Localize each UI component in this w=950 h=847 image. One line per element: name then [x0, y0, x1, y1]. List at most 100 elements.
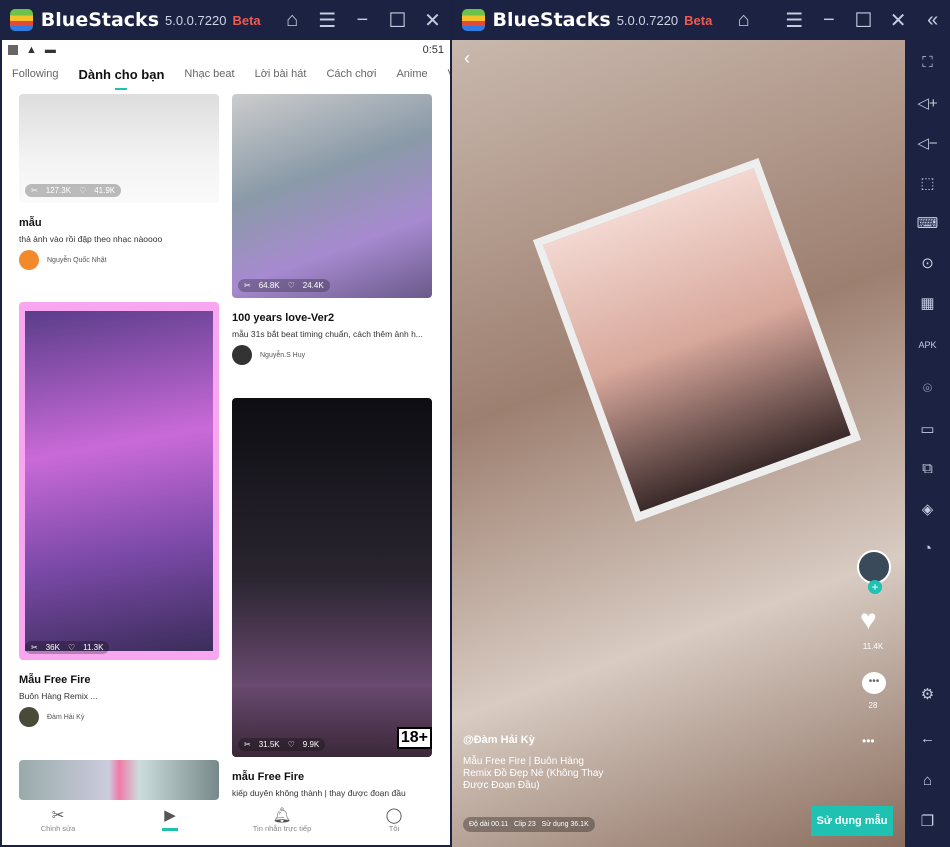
home-icon[interactable]: ⌂ [905, 772, 950, 789]
template-card[interactable]: 18+ ✂ 31.5K ♡ 9.9K mẫu Free Fire kiếp duy… [232, 398, 432, 798]
template-preview-window: ‹ + ♥ 11.4K ••• 28 ••• @Đàm Hải Kỳ Mẫu F… [452, 40, 905, 847]
avatar [19, 250, 39, 270]
template-card[interactable] [19, 760, 219, 800]
heart-icon[interactable]: ♥ [860, 604, 877, 636]
minimize-icon[interactable]: − [812, 9, 847, 32]
app-name: BlueStacks [492, 9, 611, 31]
app-version: 5.0.0.7220 [165, 12, 227, 28]
tab-anime[interactable]: Anime [386, 68, 437, 80]
creator-handle[interactable]: @Đàm Hải Kỳ [463, 734, 535, 746]
nav-edit[interactable]: ✂ Chỉnh sửa [2, 800, 114, 845]
folder-icon[interactable]: ▭ [905, 420, 950, 438]
home-icon[interactable]: ⌂ [275, 9, 310, 32]
bluestacks-logo [462, 9, 485, 31]
card-author[interactable]: Đàm Hải Kỳ [19, 707, 219, 727]
template-description: Mẫu Free Fire | Buôn Hàng Remix Đồ Đẹp N… [463, 756, 604, 791]
age-rating-badge: 18+ [396, 727, 432, 749]
more-options-icon[interactable]: ••• [862, 734, 875, 748]
beta-label: Beta [232, 12, 261, 28]
creator-avatar[interactable] [857, 550, 891, 584]
template-thumbnail[interactable] [19, 760, 219, 800]
tab-beat[interactable]: Nhạc beat [174, 68, 244, 80]
user-icon: ◯ [385, 807, 403, 824]
keyboard-icon[interactable]: ⌨ [905, 214, 950, 232]
video-preview[interactable] [532, 158, 862, 522]
status-bar: ▲ ▬ 0:51 [2, 40, 450, 60]
card-title: Mẫu Free Fire [19, 674, 91, 686]
maximize-icon[interactable]: ☐ [380, 8, 415, 33]
card-stats: ✂ 36K ♡ 11.3K [25, 641, 110, 654]
home-icon[interactable]: ⌂ [726, 9, 761, 32]
avatar [232, 345, 252, 365]
card-desc: Buôn Hàng Remix ... [19, 691, 98, 701]
volume-down-icon[interactable]: ◁− [905, 134, 950, 152]
card-desc: thả ảnh vào rồi đập theo nhạc nàoooo [19, 234, 163, 244]
performance-icon[interactable]: ◔ [905, 540, 950, 557]
recent-apps-icon[interactable]: ❐ [905, 812, 950, 830]
comment-count: 28 [868, 701, 878, 710]
template-card[interactable]: ✂ 64.8K ♡ 24.4K 100 years love-Ver2 mẫu 3… [232, 94, 432, 365]
card-stats: ✂ 64.8K ♡ 24.4K [238, 279, 330, 292]
card-author[interactable]: Nguyễn.S Huy [232, 345, 432, 365]
minimize-icon[interactable]: − [345, 9, 380, 32]
fullscreen-icon[interactable]: ⛶ [905, 54, 950, 71]
card-stats: ✂ 31.5K ♡ 9.9K [238, 738, 326, 751]
volume-up-icon[interactable]: ◁+ [905, 94, 950, 112]
pointer-icon[interactable]: ⬚ [905, 174, 950, 192]
screenshot-icon[interactable]: ⌾ [905, 380, 950, 397]
category-tabs: Following Dành cho bạn Nhạc beat Lời bài… [2, 60, 450, 90]
active-indicator [162, 828, 178, 831]
notification-icon [8, 45, 18, 55]
template-meta: Độ dài 00.11 Clip 23 Sử dụng 36.1K [463, 817, 595, 832]
template-card[interactable]: ✂ 36K ♡ 11.3K Mẫu Free Fire Buôn Hàng Rem… [19, 302, 219, 727]
tab-lyrics[interactable]: Lời bài hát [245, 68, 317, 80]
tab-following[interactable]: Following [2, 68, 68, 80]
back-icon[interactable]: ‹ [464, 48, 470, 69]
back-arrow-icon[interactable]: ← [905, 730, 950, 747]
multi-instance-icon[interactable]: ⧉ [905, 460, 950, 477]
menu-icon[interactable]: ☰ [777, 8, 812, 33]
app-version: 5.0.0.7220 [616, 12, 679, 28]
template-thumbnail[interactable]: 18+ ✂ 31.5K ♡ 9.9K [232, 398, 432, 757]
status-time: 0:51 [422, 44, 444, 56]
card-title: mẫu [19, 217, 42, 229]
beta-label: Beta [684, 12, 713, 28]
bottom-nav: ✂ Chỉnh sửa ▶ 🔔︎ Tin nhắn trực tiếp ◯ Tôi [2, 800, 450, 845]
card-author[interactable]: Nguyễn Quốc Nhật [19, 250, 219, 270]
tab-how-to-play[interactable]: Cách chơi [316, 68, 386, 80]
app-name: BlueStacks [40, 9, 159, 31]
record-icon[interactable]: ⊙ [905, 254, 950, 272]
template-thumbnail[interactable]: ✂ 127.3K ♡ 41.9K [19, 94, 219, 203]
template-thumbnail[interactable]: ✂ 64.8K ♡ 24.4K [232, 94, 432, 298]
title-bar-left: BlueStacks 5.0.0.7220 Beta ⌂ ☰ − ☐ ✕ [0, 0, 450, 40]
bluestacks-logo [10, 9, 33, 31]
template-thumbnail[interactable]: ✂ 36K ♡ 11.3K [19, 302, 219, 660]
warning-icon: ▲ [26, 44, 37, 56]
maximize-icon[interactable]: ☐ [846, 8, 881, 33]
follow-plus-icon[interactable]: + [868, 580, 882, 594]
card-title: mẫu Free Fire [232, 771, 305, 783]
nav-profile[interactable]: ◯ Tôi [338, 800, 450, 845]
avatar [19, 707, 39, 727]
nav-messages[interactable]: 🔔︎ Tin nhắn trực tiếp [226, 800, 338, 845]
nav-templates[interactable]: ▶ [114, 800, 226, 845]
close-icon[interactable]: ✕ [415, 8, 450, 33]
template-feed-window: ▲ ▬ 0:51 Following Dành cho bạn Nhạc bea… [2, 40, 450, 845]
menu-icon[interactable]: ☰ [310, 8, 345, 33]
close-icon[interactable]: ✕ [881, 8, 916, 33]
card-stats: ✂ 127.3K ♡ 41.9K [25, 184, 122, 197]
title-bar-right: BlueStacks 5.0.0.7220 Beta ⌂ ☰ − ☐ ✕ « [452, 0, 950, 40]
tab-for-you[interactable]: Dành cho bạn [68, 67, 174, 90]
template-card[interactable]: ✂ 127.3K ♡ 41.9K mẫu thả ảnh vào rồi đập … [19, 94, 219, 270]
collapse-sidebar-icon[interactable]: « [915, 9, 950, 32]
settings-icon[interactable]: ⚙ [905, 685, 950, 703]
comment-icon[interactable]: ••• [862, 672, 886, 694]
layers-icon[interactable]: ◈ [905, 500, 950, 518]
macro-icon[interactable]: ▦ [905, 294, 950, 312]
card-desc: mẫu 31s bắt beat timing chuẩn, cách thêm… [232, 329, 423, 339]
card-desc: kiếp duyên không thành | thay được đoạn … [232, 788, 406, 798]
apk-icon[interactable]: APK [905, 340, 950, 350]
bell-icon: 🔔︎ [272, 807, 292, 824]
use-template-button[interactable]: Sử dụng mẫu [811, 806, 893, 836]
tab-vlog[interactable]: Vlog [438, 68, 450, 80]
